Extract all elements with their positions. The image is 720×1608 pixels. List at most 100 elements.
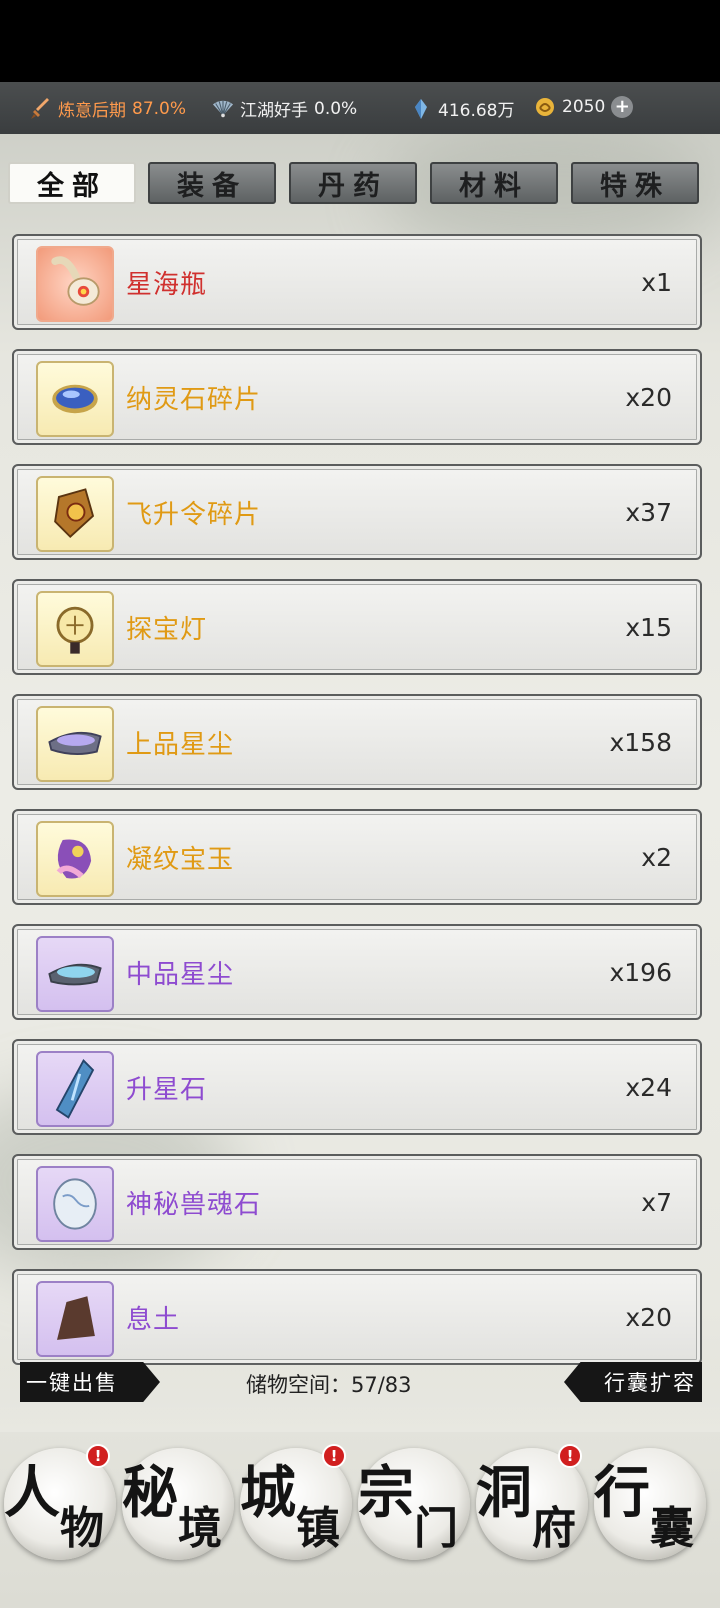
realm-label: 炼意后期 <box>58 101 126 121</box>
item-quantity: x20 <box>625 382 672 412</box>
notification-badge: ! <box>558 1444 582 1468</box>
item-quantity: x1 <box>641 267 672 297</box>
item-name: 上品星尘 <box>126 729 235 760</box>
nav-town[interactable]: 城 镇 ! <box>240 1444 352 1560</box>
tab-pills[interactable]: 丹药 <box>289 162 417 204</box>
list-item[interactable]: 纳灵石碎片 x20 <box>12 349 702 445</box>
category-tabs: 全部 装备 丹药 材料 特殊 <box>8 162 716 208</box>
stardust-icon <box>36 936 114 1012</box>
star-stone-graphic <box>55 1059 95 1119</box>
item-name: 凝纹宝玉 <box>126 844 235 875</box>
expand-bag-button[interactable]: 行囊扩容 <box>564 1362 702 1402</box>
spirit-crystal-icon <box>415 98 427 119</box>
fan-icon <box>212 100 234 117</box>
item-quantity: x158 <box>609 727 672 757</box>
realm-value: 87.0% <box>132 98 187 119</box>
add-gold-button[interactable]: + <box>611 96 634 118</box>
list-item[interactable]: 神秘兽魂石 x7 <box>12 1154 702 1250</box>
list-item[interactable]: 中品星尘 x196 <box>12 924 702 1020</box>
sword-icon <box>31 97 49 119</box>
tab-materials[interactable]: 材料 <box>430 162 558 204</box>
nav-label-char: 城 <box>240 1460 296 1526</box>
item-name: 星海瓶 <box>126 269 208 300</box>
token-graphic <box>54 488 95 539</box>
list-item[interactable]: 息土 x20 <box>12 1269 702 1365</box>
blue-stone-graphic <box>52 384 98 414</box>
storage-value: 57/83 <box>351 1373 412 1397</box>
jade-graphic <box>56 839 92 879</box>
stardust-graphic <box>48 731 102 755</box>
list-item[interactable]: 星海瓶 x1 <box>12 234 702 330</box>
item-quantity: x20 <box>625 1302 672 1332</box>
jade-icon <box>36 821 114 897</box>
spirit-stone-value: 416.68万 <box>438 101 515 121</box>
nav-sect[interactable]: 宗 门 <box>358 1448 470 1560</box>
nav-character[interactable]: 人 物 ! <box>4 1444 116 1560</box>
stardust-icon <box>36 706 114 782</box>
list-item[interactable]: 凝纹宝玉 x2 <box>12 809 702 905</box>
nav-label-char: 洞 <box>476 1460 532 1526</box>
item-list[interactable]: 星海瓶 x1 纳灵石碎片 x20 飞升令碎片 x37 探宝灯 x15 上品星尘 … <box>12 234 704 1429</box>
storage-label: 储物空间： <box>246 1373 351 1397</box>
inventory-screen: 炼意后期 87.0% 江湖好手 0.0% 416.68万 2050 + 全部 装… <box>0 82 720 1608</box>
item-name: 纳灵石碎片 <box>126 384 262 415</box>
list-item[interactable]: 上品星尘 x158 <box>12 694 702 790</box>
realm-progress: 炼意后期 87.0% <box>30 96 186 121</box>
beast-soul-stone-icon <box>36 1166 114 1242</box>
soil-graphic <box>57 1296 95 1340</box>
item-name: 升星石 <box>126 1074 208 1105</box>
storage-capacity: 储物空间：57/83 <box>246 1369 412 1399</box>
beast-soul-graphic <box>53 1178 97 1230</box>
item-name: 飞升令碎片 <box>126 499 262 530</box>
tab-special[interactable]: 特殊 <box>571 162 699 204</box>
item-quantity: x24 <box>625 1072 672 1102</box>
title-value: 0.0% <box>314 98 358 119</box>
nav-label-char: 宗 <box>358 1460 414 1526</box>
nav-label-char: 府 <box>532 1503 576 1554</box>
item-name: 息土 <box>126 1304 181 1335</box>
gold-value: 2050 <box>562 97 606 117</box>
nav-label-char: 门 <box>414 1503 458 1554</box>
nav-label-char: 囊 <box>650 1503 694 1554</box>
item-name: 神秘兽魂石 <box>126 1189 262 1220</box>
item-name: 中品星尘 <box>126 959 235 990</box>
list-item[interactable]: 探宝灯 x15 <box>12 579 702 675</box>
spirit-stone-count: 416.68万 <box>410 96 514 121</box>
nav-bag[interactable]: 行 囊 <box>594 1448 706 1560</box>
gold-count: 2050 + <box>534 96 634 118</box>
nav-label-char: 境 <box>178 1503 222 1554</box>
item-quantity: x15 <box>625 612 672 642</box>
soil-icon <box>36 1281 114 1357</box>
resource-status-bar: 炼意后期 87.0% 江湖好手 0.0% 416.68万 2050 + <box>0 82 720 134</box>
item-quantity: x7 <box>641 1187 672 1217</box>
list-item[interactable]: 升星石 x24 <box>12 1039 702 1135</box>
notification-badge: ! <box>86 1444 110 1468</box>
star-stone-icon <box>36 1051 114 1127</box>
nav-cave-dwelling[interactable]: 洞 府 ! <box>476 1444 588 1560</box>
nav-label-char: 镇 <box>296 1503 340 1554</box>
list-item[interactable]: 飞升令碎片 x37 <box>12 464 702 560</box>
title-progress: 江湖好手 0.0% <box>212 96 357 121</box>
nav-label-char: 秘 <box>122 1460 178 1526</box>
title-label: 江湖好手 <box>240 101 308 121</box>
bottle-icon-graphic <box>51 256 100 306</box>
nav-secret-realm[interactable]: 秘 境 <box>122 1448 234 1560</box>
item-quantity: x2 <box>641 842 672 872</box>
bottom-navigation: 人 物 ! 秘 境 城 镇 ! 宗 门 洞 府 ! 行 囊 <box>0 1438 720 1608</box>
lantern-graphic <box>56 606 94 654</box>
tab-all[interactable]: 全部 <box>8 162 136 204</box>
tab-equipment[interactable]: 装备 <box>148 162 276 204</box>
item-name: 探宝灯 <box>126 614 208 645</box>
bottle-icon <box>36 246 114 322</box>
nav-label-char: 行 <box>594 1460 650 1526</box>
notification-badge: ! <box>322 1444 346 1468</box>
gold-ingot-icon <box>536 98 554 116</box>
token-fragment-icon <box>36 476 114 552</box>
nav-label-char: 物 <box>60 1503 104 1554</box>
item-quantity: x37 <box>625 497 672 527</box>
sell-all-button[interactable]: 一键出售 <box>20 1362 160 1402</box>
stardust-graphic <box>48 963 102 986</box>
nav-label-char: 人 <box>4 1460 60 1526</box>
item-quantity: x196 <box>609 957 672 987</box>
blue-stone-fragment-icon <box>36 361 114 437</box>
